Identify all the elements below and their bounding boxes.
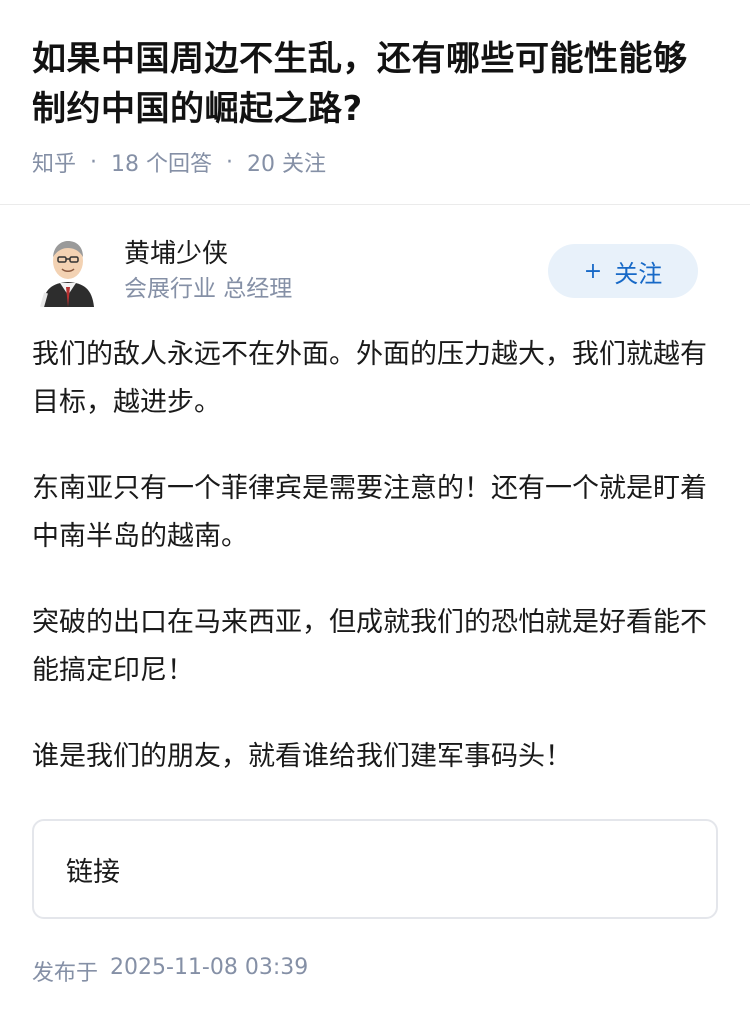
publish-time: 2025-11-08 03:39	[110, 955, 309, 980]
follow-label: 关注	[614, 259, 663, 288]
link-card[interactable]: 链接	[32, 819, 718, 919]
publish-label: 发布于	[32, 961, 99, 986]
meta-separator: ·	[90, 149, 98, 175]
publish-info: 发布于 2025-11-08 03:39	[0, 919, 750, 987]
question-meta: 知乎 · 18 个回答 · 20 关注	[32, 146, 718, 178]
answer-author: 黄埔少侠 会展行业 总经理 + 关注	[0, 205, 750, 307]
meta-separator: ·	[226, 149, 234, 175]
link-card-label: 链接	[66, 856, 120, 888]
answer-paragraph: 突破的出口在马来西亚，但成就我们的恐怕就是好看能不能搞定印尼！	[32, 607, 707, 686]
source-label[interactable]: 知乎	[32, 146, 76, 178]
author-title: 会展行业 总经理	[124, 276, 293, 302]
follower-count[interactable]: 20 关注	[247, 146, 326, 178]
question-title[interactable]: 如果中国周边不生乱，还有哪些可能性能够制约中国的崛起之路?	[32, 34, 718, 134]
author-info: 黄埔少侠 会展行业 总经理	[124, 236, 548, 306]
answer-paragraph: 东南亚只有一个菲律宾是需要注意的！还有一个就是盯着中南半岛的越南。	[32, 473, 707, 552]
answer-count[interactable]: 18 个回答	[111, 146, 212, 178]
answer-paragraph: 谁是我们的朋友，就看谁给我们建军事码头！	[32, 741, 572, 772]
zhihu-answer-page: 如果中国周边不生乱，还有哪些可能性能够制约中国的崛起之路? 知乎 · 18 个回…	[0, 0, 750, 1020]
author-name[interactable]: 黄埔少侠	[124, 236, 548, 272]
answer-body: 我们的敌人永远不在外面。外面的压力越大，我们就越有目标，越进步。 东南亚只有一个…	[0, 307, 750, 781]
follow-button[interactable]: + 关注	[548, 244, 698, 298]
plus-icon: +	[583, 258, 603, 284]
avatar[interactable]	[32, 235, 104, 307]
question-header: 如果中国周边不生乱，还有哪些可能性能够制约中国的崛起之路? 知乎 · 18 个回…	[0, 0, 750, 178]
answer-paragraph: 我们的敌人永远不在外面。外面的压力越大，我们就越有目标，越进步。	[32, 339, 707, 418]
